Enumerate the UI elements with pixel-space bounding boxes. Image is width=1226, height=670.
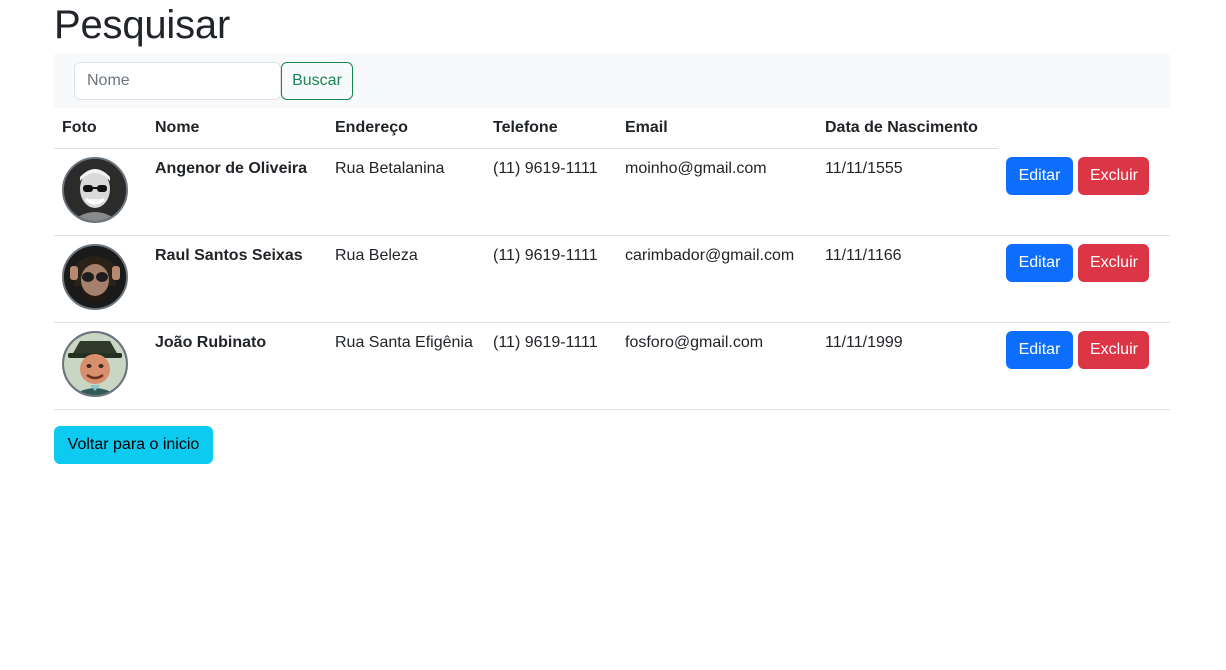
header-photo: Foto <box>62 119 97 136</box>
header-email: Email <box>625 119 668 136</box>
actions-cell: Editar Excluir <box>998 323 1170 410</box>
person-phone: (11) 9619-1111 <box>493 160 598 177</box>
delete-button[interactable]: Excluir <box>1078 244 1150 282</box>
back-to-home-button[interactable]: Voltar para o inicio <box>54 426 213 464</box>
people-table: Foto Nome Endereço Telefone Email Data d… <box>54 108 1170 410</box>
search-input[interactable] <box>74 62 281 100</box>
person-name: Angenor de Oliveira <box>155 160 308 177</box>
person-phone: (11) 9619-1111 <box>493 334 598 351</box>
header-name: Nome <box>155 119 200 136</box>
delete-button[interactable]: Excluir <box>1078 331 1150 369</box>
header-phone: Telefone <box>493 119 558 136</box>
header-actions <box>998 108 1170 149</box>
person-phone: (11) 9619-1111 <box>493 247 598 264</box>
photo-cell <box>54 236 147 323</box>
edit-button[interactable]: Editar <box>1006 244 1073 282</box>
header-address: Endereço <box>335 119 408 136</box>
photo-cell <box>54 323 147 410</box>
person-birth: 11/11/1166 <box>825 247 902 264</box>
person-name: Raul Santos Seixas <box>155 247 303 264</box>
table-row: Raul Santos Seixas Rua Beleza (11) 9619-… <box>54 236 1170 323</box>
person-email: carimbador@gmail.com <box>625 247 795 264</box>
search-button[interactable]: Buscar <box>281 62 353 100</box>
person-photo-avatar <box>62 244 128 310</box>
person-photo-avatar <box>62 157 128 223</box>
edit-button[interactable]: Editar <box>1006 157 1073 195</box>
person-birth: 11/11/1555 <box>825 160 903 177</box>
person-address: Rua Santa Efigênia <box>335 334 473 351</box>
person-birth: 11/11/1999 <box>825 334 903 351</box>
search-bar: Buscar <box>54 54 1170 108</box>
edit-button[interactable]: Editar <box>1006 331 1073 369</box>
person-address: Rua Beleza <box>335 247 418 264</box>
table-row: Angenor de Oliveira Rua Betalanina (11) … <box>54 149 1170 236</box>
person-email: moinho@gmail.com <box>625 160 767 177</box>
header-birth: Data de Nascimento <box>825 119 978 136</box>
actions-cell: Editar Excluir <box>998 149 1170 236</box>
table-row: João Rubinato Rua Santa Efigênia (11) 96… <box>54 323 1170 410</box>
page-title: Pesquisar <box>54 3 231 47</box>
person-photo-avatar <box>62 331 128 397</box>
photo-cell <box>54 149 147 236</box>
delete-button[interactable]: Excluir <box>1078 157 1150 195</box>
person-address: Rua Betalanina <box>335 160 445 177</box>
actions-cell: Editar Excluir <box>998 236 1170 323</box>
person-name: João Rubinato <box>155 334 267 351</box>
person-email: fosforo@gmail.com <box>625 334 764 351</box>
table-header-row: Foto Nome Endereço Telefone Email Data d… <box>54 108 1170 149</box>
